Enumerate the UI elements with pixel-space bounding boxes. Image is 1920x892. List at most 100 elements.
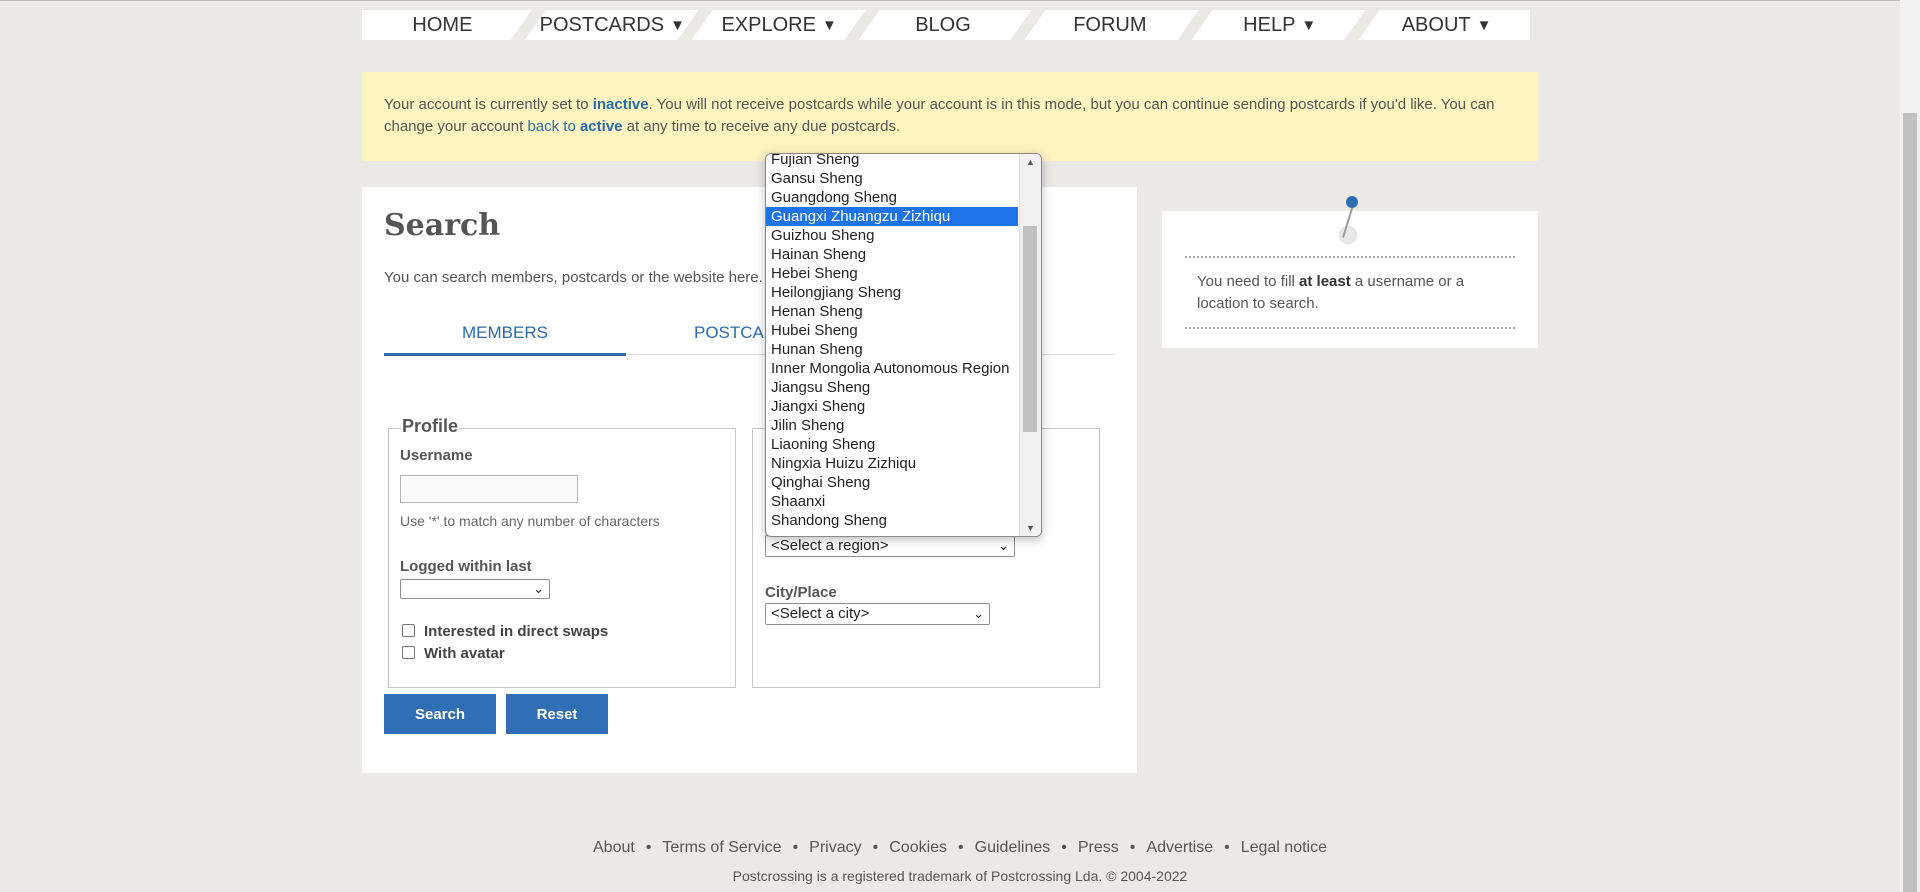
region-option[interactable]: Inner Mongolia Autonomous Region [766,359,1018,378]
page-title: Search [384,208,501,243]
notice-active: active [579,118,623,135]
profile-fieldset: Profile Username Use '*' to match any nu… [388,416,736,688]
profile-legend: Profile [401,416,460,437]
notice-text: at any time to receive any due postcards… [622,118,901,135]
nav-explore-label: EXPLORE [721,13,816,36]
footer-separator: • [1061,839,1067,856]
chevron-down-icon: ▼ [1301,16,1317,34]
region-option[interactable]: Heilongjiang Sheng [766,283,1018,302]
region-select[interactable]: <Select a region> ⌄ [765,535,1015,557]
scroll-up-icon[interactable]: ▲ [1020,154,1041,170]
notice-text: Your account is currently set to [384,96,593,113]
username-label: Username [400,447,473,464]
main-nav: HOME POSTCARDS ▼ EXPLORE ▼ BLOG FORUM HELP… [362,10,1530,40]
footer-link[interactable]: Legal notice [1241,839,1327,856]
nav-help[interactable]: HELP ▼ [1196,10,1363,40]
region-select-value: <Select a region> [771,537,889,554]
region-option[interactable]: Qinghai Sheng [766,473,1018,492]
footer-separator: • [1224,839,1230,856]
chevron-down-icon: ▼ [1476,16,1492,34]
nav-postcards-label: POSTCARDS [539,13,665,36]
chevron-down-icon: ▼ [821,16,837,34]
nav-postcards[interactable]: POSTCARDS ▼ [529,10,696,40]
search-button[interactable]: Search [384,694,496,734]
region-option[interactable]: Guizhou Sheng [766,226,1018,245]
help-text-bold: at least [1299,273,1351,290]
nav-forum[interactable]: FORUM [1029,10,1196,40]
footer-separator: • [872,839,879,856]
footer-separator: • [958,839,964,856]
dropdown-scroll-thumb[interactable] [1023,226,1037,432]
nav-blog-label: BLOG [915,13,971,36]
direct-swaps-label: Interested in direct swaps [424,623,609,640]
city-label: City/Place [765,584,837,601]
footer-separator: • [1129,839,1136,856]
region-dropdown-list[interactable]: Fujian Sheng Gansu Sheng Guangdong Sheng Gu… [765,153,1042,537]
top-border [0,0,1920,1]
footer-link[interactable]: Terms of Service [662,839,781,856]
logged-within-label: Logged within last [400,558,532,575]
with-avatar-label: With avatar [424,645,505,662]
region-option[interactable]: Guangxi Zhuangzu Zizhiqu [766,207,1018,226]
notice-inactive: inactive [592,96,649,113]
inactive-account-notice: Your account is currently set to inactiv… [362,72,1538,161]
page-scroll-thumb[interactable] [1903,113,1917,892]
divider [1185,327,1515,329]
direct-swaps-checkbox[interactable] [402,624,415,637]
nav-help-label: HELP [1243,13,1296,36]
username-hint: Use '*' to match any number of character… [400,513,660,529]
city-select[interactable]: <Select a city> ⌄ [765,603,990,625]
footer-link[interactable]: Press [1078,839,1119,856]
chevron-down-icon: ⌄ [973,606,984,621]
footer-link[interactable]: Cookies [889,839,947,856]
dropdown-scrollbar[interactable]: ▲ ▼ [1019,154,1041,536]
footer-links: About • Terms of Service • Privacy • Cookies • G… [0,839,1920,857]
nav-about[interactable]: ABOUT ▼ [1363,10,1530,40]
copyright: Postcrossing is a registered trademark o… [732,868,1188,884]
tab-members[interactable]: MEMBERS [384,323,626,356]
scroll-down-icon[interactable]: ▼ [1020,520,1041,536]
region-option[interactable]: Guangdong Sheng [766,188,1018,207]
search-help-text: You need to fill at least a username or … [1197,271,1497,315]
nav-explore[interactable]: EXPLORE ▼ [696,10,863,40]
with-avatar-checkbox[interactable] [402,646,415,659]
region-option[interactable]: Ningxia Huizu Zizhiqu [766,454,1018,473]
help-text: You need to fill [1197,273,1300,290]
footer-link[interactable]: About [593,839,635,856]
chevron-down-icon: ⌄ [533,581,544,596]
region-option[interactable]: Hubei Sheng [766,321,1018,340]
username-input[interactable] [400,475,578,503]
region-option[interactable]: Fujian Sheng [766,154,1018,169]
footer-separator: • [645,839,652,856]
chevron-down-icon: ⌄ [998,538,1009,553]
region-option[interactable]: Henan Sheng [766,302,1018,321]
region-option[interactable]: Shandong Sheng [766,511,1018,530]
region-option[interactable]: Jiangxi Sheng [766,397,1018,416]
nav-about-label: ABOUT [1401,13,1471,36]
region-option[interactable]: Jilin Sheng [766,416,1018,435]
back-to-link[interactable]: back to [527,118,580,135]
region-option[interactable]: Hunan Sheng [766,340,1018,359]
region-option[interactable]: Gansu Sheng [766,169,1018,188]
logged-within-select[interactable]: ⌄ [400,579,550,599]
region-option[interactable]: Shaanxi [766,492,1018,511]
region-option[interactable]: Jiangsu Sheng [766,378,1018,397]
divider [1185,256,1515,258]
footer-link[interactable]: Advertise [1146,839,1213,856]
page-scrollbar[interactable] [1900,0,1920,892]
city-select-value: <Select a city> [771,605,870,622]
tab-postcards[interactable]: POSTCA [694,323,764,343]
footer-link[interactable]: Privacy [809,839,861,856]
region-option[interactable]: Hainan Sheng [766,245,1018,264]
reset-button[interactable]: Reset [506,694,608,734]
footer-link[interactable]: Guidelines [975,839,1051,856]
nav-forum-label: FORUM [1073,13,1147,36]
region-option[interactable]: Hebei Sheng [766,264,1018,283]
nav-home[interactable]: HOME [362,10,529,40]
region-option[interactable]: Liaoning Sheng [766,435,1018,454]
nav-blog[interactable]: BLOG [863,10,1030,40]
active-link[interactable]: active [580,118,623,135]
search-intro: You can search members, postcards or the… [384,269,763,286]
search-help-note: You need to fill at least a username or … [1162,196,1538,348]
footer-separator: • [792,839,799,856]
